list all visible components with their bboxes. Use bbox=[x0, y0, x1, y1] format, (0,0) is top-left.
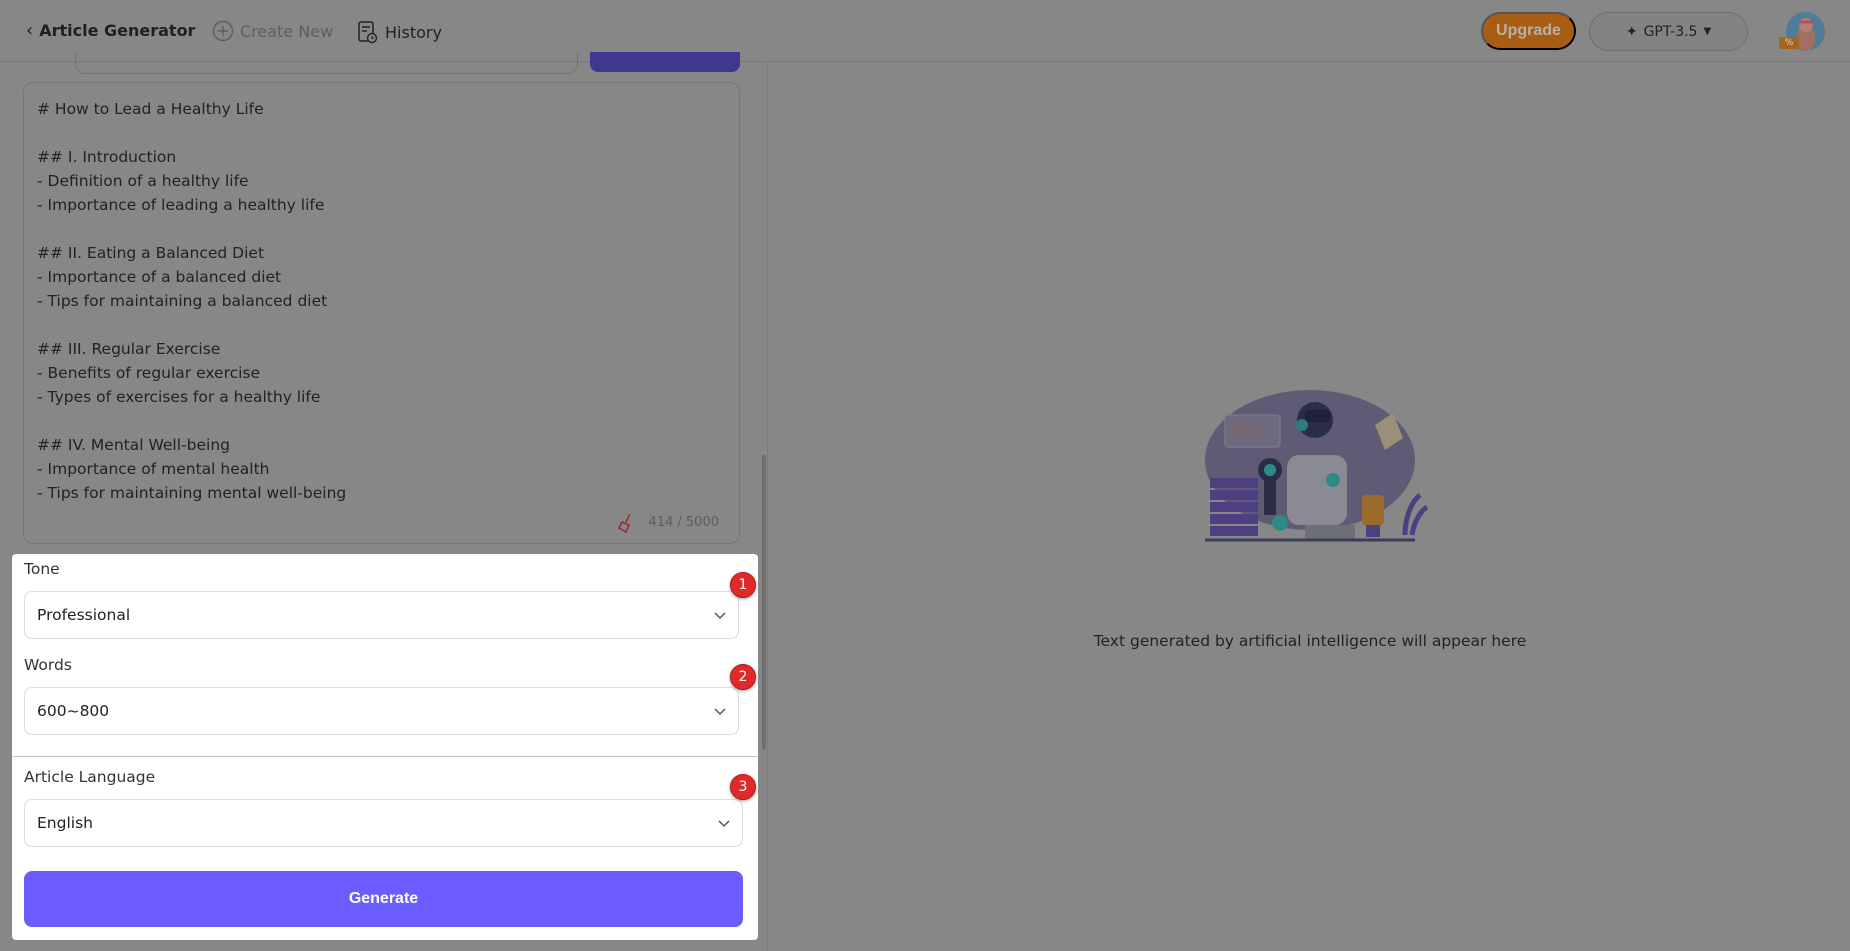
history-label: History bbox=[385, 22, 442, 42]
discount-badge: % bbox=[1779, 37, 1799, 49]
upgrade-button[interactable]: Upgrade bbox=[1481, 12, 1576, 50]
language-label: Article Language bbox=[24, 768, 156, 786]
annotation-badge-3: 3 bbox=[730, 774, 756, 800]
language-select[interactable]: English bbox=[24, 799, 743, 847]
history-icon bbox=[358, 21, 378, 44]
tone-label: Tone bbox=[24, 560, 60, 578]
model-label: GPT-3.5 bbox=[1643, 23, 1698, 40]
caret-down-icon: ▼ bbox=[1703, 26, 1712, 37]
generate-button[interactable]: Generate bbox=[24, 871, 743, 927]
tone-select[interactable]: Professional bbox=[24, 591, 739, 639]
language-value: English bbox=[37, 814, 93, 832]
panel-divider bbox=[767, 62, 768, 951]
page-title: Article Generator bbox=[39, 21, 196, 40]
broom-icon[interactable] bbox=[616, 513, 634, 533]
robot-illustration bbox=[1205, 390, 1429, 542]
topic-input[interactable] bbox=[75, 52, 578, 74]
sparkle-icon: ✦ bbox=[1625, 23, 1638, 40]
divider bbox=[0, 756, 1850, 757]
chevron-down-icon bbox=[714, 606, 726, 624]
words-label: Words bbox=[24, 656, 72, 674]
outline-text: # How to Lead a Healthy Life ## I. Intro… bbox=[37, 100, 347, 502]
output-placeholder: Text generated by artificial intelligenc… bbox=[1093, 632, 1527, 650]
outline-editor[interactable]: # How to Lead a Healthy Life ## I. Intro… bbox=[23, 82, 740, 544]
back-button[interactable]: ‹ Article Generator bbox=[26, 20, 195, 41]
annotation-badge-2: 2 bbox=[730, 664, 756, 690]
history-button[interactable]: History bbox=[357, 20, 442, 44]
tone-value: Professional bbox=[37, 606, 131, 624]
chevron-down-icon bbox=[718, 814, 730, 832]
plus-circle-icon bbox=[212, 20, 234, 42]
chevron-down-icon bbox=[714, 702, 726, 720]
outline-button[interactable] bbox=[590, 52, 740, 72]
create-new-button[interactable]: Create New bbox=[212, 20, 333, 42]
create-new-label: Create New bbox=[240, 21, 334, 41]
model-selector[interactable]: ✦ GPT-3.5 ▼ bbox=[1589, 12, 1748, 51]
char-counter: 414 / 5000 bbox=[616, 511, 719, 535]
counter-text: 414 / 5000 bbox=[648, 515, 719, 530]
scrollbar[interactable] bbox=[762, 455, 766, 750]
words-value: 600~800 bbox=[37, 702, 110, 720]
annotation-badge-1: 1 bbox=[730, 572, 756, 598]
words-select[interactable]: 600~800 bbox=[24, 687, 739, 735]
chevron-left-icon: ‹ bbox=[26, 20, 34, 41]
